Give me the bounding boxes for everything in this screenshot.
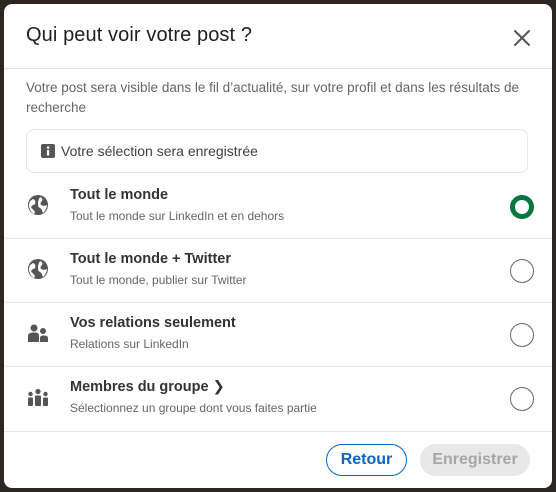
option-everyone-twitter[interactable]: Tout le monde + Twitter Tout le monde, p…: [4, 239, 552, 303]
option-title: Vos relations seulement: [70, 315, 236, 331]
footer-divider: [4, 431, 552, 432]
visibility-dialog: Qui peut voir votre post ? Votre post se…: [4, 4, 552, 488]
radio-selected[interactable]: [510, 195, 534, 219]
option-connections-only[interactable]: Vos relations seulement Relations sur Li…: [4, 303, 552, 367]
close-button[interactable]: [506, 22, 538, 54]
people-icon: [28, 324, 48, 342]
dialog-header: Qui peut voir votre post ?: [4, 4, 552, 69]
globe-icon: [28, 195, 48, 215]
option-title: Tout le monde: [70, 187, 169, 203]
globe-icon: [28, 259, 48, 279]
close-icon: [514, 30, 530, 46]
option-subtitle: Sélectionnez un groupe dont vous faites …: [70, 401, 317, 415]
radio-unselected[interactable]: [510, 259, 534, 283]
option-group-members[interactable]: Membres du groupe ❯ Sélectionnez un grou…: [4, 367, 552, 431]
dialog-description: Votre post sera visible dans le fil d’ac…: [26, 80, 520, 115]
save-notice: Votre sélection sera enregistrée: [26, 129, 528, 173]
save-notice-text: Votre sélection sera enregistrée: [61, 143, 258, 159]
option-subtitle: Tout le monde, publier sur Twitter: [70, 273, 247, 287]
option-everyone[interactable]: Tout le monde Tout le monde sur LinkedIn…: [4, 175, 552, 239]
back-button[interactable]: Retour: [326, 444, 407, 476]
radio-unselected[interactable]: [510, 387, 534, 411]
info-icon: [41, 144, 55, 158]
option-title: Tout le monde + Twitter: [70, 251, 231, 267]
option-subtitle: Relations sur LinkedIn: [70, 337, 189, 351]
save-button[interactable]: Enregistrer: [420, 444, 530, 476]
option-title: Membres du groupe ❯: [70, 379, 225, 395]
dialog-title: Qui peut voir votre post ?: [26, 24, 253, 46]
group-icon: [28, 388, 48, 406]
option-subtitle: Tout le monde sur LinkedIn et en dehors: [70, 209, 285, 223]
radio-unselected[interactable]: [510, 323, 534, 347]
